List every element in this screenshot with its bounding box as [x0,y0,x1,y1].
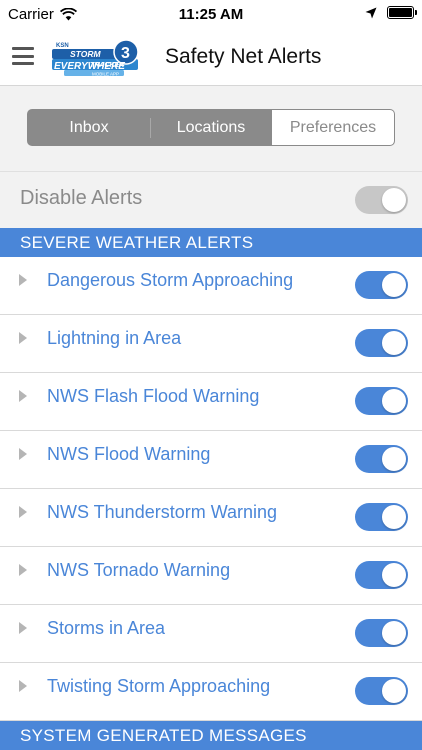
alert-toggle[interactable] [355,503,408,531]
disable-alerts-label: Disable Alerts [20,187,143,209]
list-item[interactable]: Dangerous Storm Approaching [0,257,422,315]
list-item[interactable]: NWS Tornado Warning [0,547,422,605]
disclosure-triangle-icon [19,622,27,634]
disclosure-triangle-icon [19,390,27,402]
list-item[interactable]: Twisting Storm Approaching [0,663,422,721]
logo-station: KSN [56,43,69,49]
alert-toggle[interactable] [355,619,408,647]
segmented-control: Inbox Locations Preferences [27,109,395,146]
clock: 11:25 AM [178,6,244,23]
status-right-group [365,6,417,19]
alert-label: NWS Thunderstorm Warning [47,502,278,522]
alert-label: Twisting Storm Approaching [47,676,271,696]
tab-bar-area: Inbox Locations Preferences [0,86,422,171]
alert-toggle[interactable] [355,329,408,357]
disable-alerts-row: Disable Alerts [0,171,422,228]
location-arrow-icon [365,7,377,18]
disclosure-triangle-icon [19,274,27,286]
list-item[interactable]: NWS Thunderstorm Warning [0,489,422,547]
alert-label: NWS Flood Warning [47,444,211,464]
tab-locations[interactable]: Locations [150,110,272,145]
hamburger-icon[interactable] [12,47,34,65]
disclosure-triangle-icon [19,332,27,344]
alert-toggle[interactable] [355,271,408,299]
disclosure-triangle-icon [19,564,27,576]
list-item[interactable]: Storms in Area [0,605,422,663]
list-item[interactable]: NWS Flash Flood Warning [0,373,422,431]
logo-line4: MOBILE APP [92,72,119,77]
alert-label: NWS Flash Flood Warning [47,386,260,406]
alert-label: Storms in Area [47,618,166,638]
battery-icon [387,6,417,19]
disclosure-triangle-icon [19,680,27,692]
tab-preferences[interactable]: Preferences [272,110,394,145]
storm-tracker-logo: KSN STORM 3 TRACKER EVERYWHERE MOBILE AP… [52,39,139,77]
alert-toggle[interactable] [355,445,408,473]
disclosure-triangle-icon [19,448,27,460]
page-title: Safety Net Alerts [165,45,322,68]
logo-number: 3 [121,45,130,62]
alert-toggle[interactable] [355,677,408,705]
alert-label: Lightning in Area [47,328,182,348]
disable-alerts-toggle[interactable] [355,186,408,214]
disclosure-triangle-icon [19,506,27,518]
list-item[interactable]: NWS Flood Warning [0,431,422,489]
status-bar: Carrier 11:25 AM [0,0,422,30]
logo-line3: EVERYWHERE [54,61,125,72]
alert-toggle[interactable] [355,387,408,415]
alert-label: Dangerous Storm Approaching [47,270,294,290]
navigation-bar: KSN STORM 3 TRACKER EVERYWHERE MOBILE AP… [0,30,422,86]
alert-label: NWS Tornado Warning [47,560,231,580]
section-header-severe: SEVERE WEATHER ALERTS [0,228,422,257]
alert-toggle[interactable] [355,561,408,589]
section-header-system: SYSTEM GENERATED MESSAGES [0,721,422,750]
tab-inbox[interactable]: Inbox [28,110,150,145]
logo-line1: STORM [70,49,101,59]
list-item[interactable]: Lightning in Area [0,315,422,373]
